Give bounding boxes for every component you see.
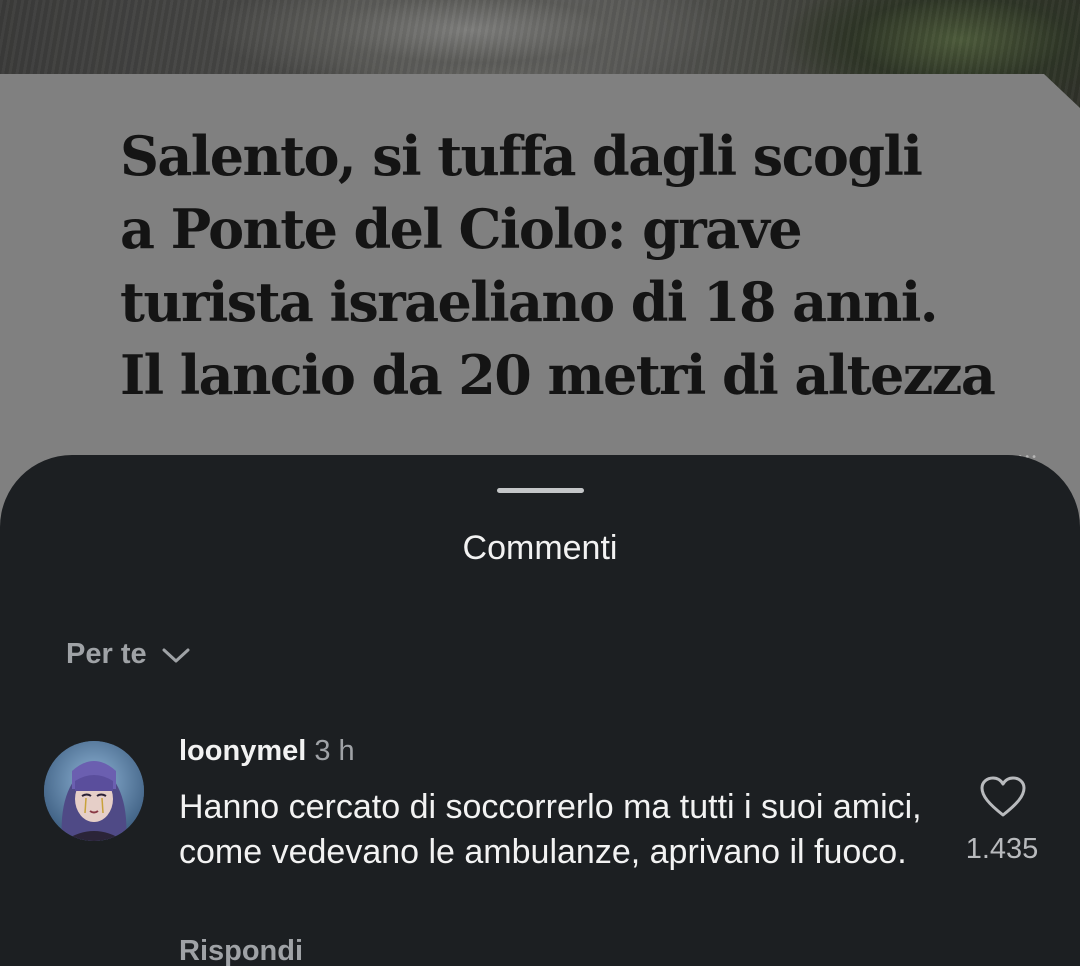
reply-button[interactable]: Rispondi [179, 935, 303, 966]
sheet-title: Commenti [462, 529, 618, 567]
comment-header: loonymel 3 h [179, 735, 355, 768]
sort-dropdown[interactable]: Per te [66, 638, 191, 671]
headline-line: Il lancio da 20 metri di altezza [120, 343, 996, 407]
comment-text: Hanno cercato di soccorrerlo ma tutti i … [179, 788, 922, 871]
comment-timestamp: 3 h [314, 735, 355, 767]
comment-username[interactable]: loonymel [179, 735, 306, 767]
like-count: 1.435 [965, 833, 1039, 865]
post-headline: Salento, si tuffa dagli scogli a Ponte d… [120, 120, 1020, 412]
screen: Salento, si tuffa dagli scogli a Ponte d… [0, 0, 1080, 966]
heart-icon[interactable] [979, 775, 1027, 819]
drag-handle[interactable] [497, 488, 584, 493]
chevron-down-icon [162, 648, 190, 662]
comments-sheet: Commenti Per te loonymel 3 h Hanno cerca… [0, 455, 1080, 966]
headline-line: Salento, si tuffa dagli scogli [120, 124, 923, 188]
avatar[interactable] [44, 741, 144, 841]
avatar-illustration [44, 741, 144, 841]
headline-line: a Ponte del Ciolo: grave [120, 197, 803, 261]
sort-label: Per te [66, 638, 147, 670]
headline-line: turista israeliano di 18 anni. [120, 270, 939, 334]
